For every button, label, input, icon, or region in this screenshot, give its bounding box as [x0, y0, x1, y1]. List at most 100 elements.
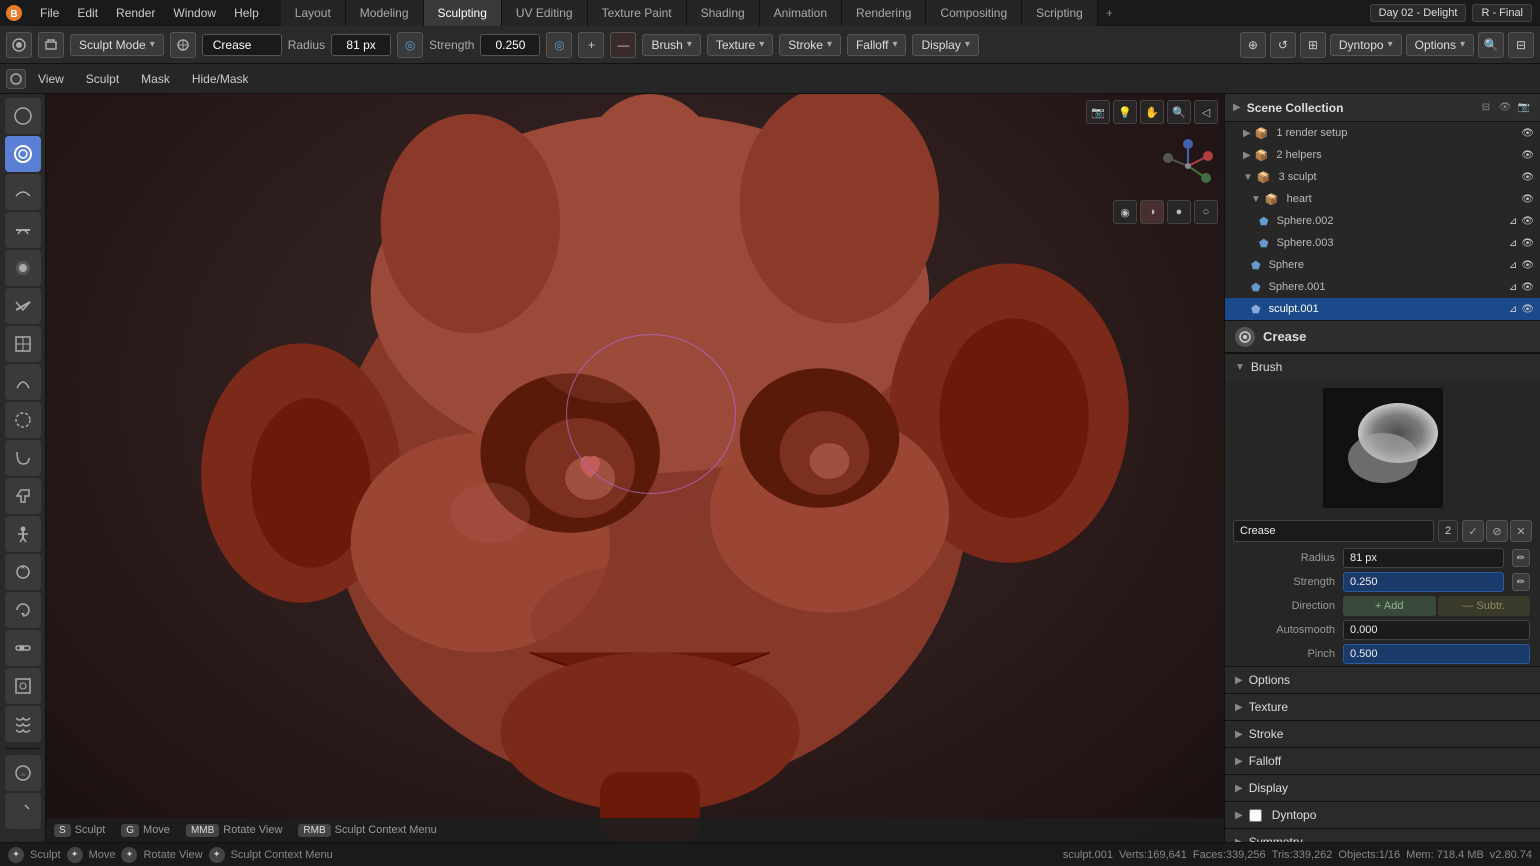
vis-icon-9[interactable]: ⊿: [1509, 304, 1517, 315]
tree-item-helpers[interactable]: ▶ 📦 2 helpers 👁: [1225, 144, 1540, 166]
brush-section-header[interactable]: ▼ Brush: [1225, 354, 1540, 380]
menu-file[interactable]: File: [32, 4, 67, 22]
tool-slide[interactable]: [5, 630, 41, 666]
tool-pose[interactable]: [5, 516, 41, 552]
options-section-header[interactable]: ▶ Options: [1225, 667, 1540, 693]
tool-fill[interactable]: [5, 250, 41, 286]
tool-flatten[interactable]: [5, 212, 41, 248]
dyntopo-section-header[interactable]: ▶ Dyntopo: [1225, 802, 1540, 828]
menu-edit[interactable]: Edit: [69, 4, 106, 22]
menu-render[interactable]: Render: [108, 4, 163, 22]
mode-icon-btn[interactable]: [6, 32, 32, 58]
tab-animation[interactable]: Animation: [760, 0, 842, 26]
brush-checkmark-icon[interactable]: ✓: [1462, 520, 1484, 542]
menu-window[interactable]: Window: [165, 4, 224, 22]
snap-btn[interactable]: ⊞: [1300, 32, 1326, 58]
stroke-dropdown[interactable]: Stroke: [779, 34, 841, 56]
gizmo-btn[interactable]: ↺: [1270, 32, 1296, 58]
vis-icon-3[interactable]: 👁: [1521, 172, 1534, 183]
tool-snake-hook[interactable]: [5, 440, 41, 476]
falloff-dropdown[interactable]: Falloff: [847, 34, 907, 56]
pinch-prop-field[interactable]: 0.500: [1343, 644, 1530, 664]
sub-hide-mask[interactable]: Hide/Mask: [182, 70, 259, 88]
add-btn[interactable]: +: [578, 32, 604, 58]
view-icon-btn[interactable]: [170, 32, 196, 58]
blender-logo[interactable]: B: [0, 0, 28, 26]
vis-icon-2[interactable]: 👁: [1521, 150, 1534, 161]
tab-texture-paint[interactable]: Texture Paint: [588, 0, 687, 26]
tool-scrape[interactable]: [5, 288, 41, 324]
viewport-collapse-icon[interactable]: ◁: [1194, 100, 1218, 124]
sub-mask[interactable]: Mask: [131, 70, 180, 88]
tree-item-sphere[interactable]: ⬟ Sphere ⊿ 👁: [1225, 254, 1540, 276]
direction-subtract-btn[interactable]: — Subtr.: [1438, 596, 1531, 616]
vis-icon-5b[interactable]: 👁: [1521, 216, 1534, 227]
viewport-material-icon[interactable]: ◉: [1113, 200, 1137, 224]
orientation-gizmo[interactable]: [1158, 136, 1218, 196]
texture-section-header[interactable]: ▶ Texture: [1225, 694, 1540, 720]
tab-scripting[interactable]: Scripting: [1022, 0, 1098, 26]
tab-uv-editing[interactable]: UV Editing: [502, 0, 588, 26]
tool-elastic[interactable]: [5, 402, 41, 438]
vis-icon-6b[interactable]: 👁: [1521, 238, 1534, 249]
tool-pinch[interactable]: [5, 364, 41, 400]
viewport-solid-icon[interactable]: ●: [1167, 200, 1191, 224]
tree-item-render-setup[interactable]: ▶ 📦 1 render setup 👁: [1225, 122, 1540, 144]
brush-name-field[interactable]: Crease: [202, 34, 282, 56]
tree-item-heart[interactable]: ▼ 📦 heart 👁: [1225, 188, 1540, 210]
brush-number[interactable]: 2: [1438, 520, 1458, 542]
tool-smooth[interactable]: [5, 174, 41, 210]
radius-value[interactable]: 81 px: [331, 34, 391, 56]
tab-rendering[interactable]: Rendering: [842, 0, 926, 26]
viewport-3d[interactable]: 📷 💡 ✋ 🔍 ◁: [46, 94, 1224, 842]
filter-btn[interactable]: ⊟: [1508, 32, 1534, 58]
coll-icon-filter[interactable]: ⊟: [1478, 100, 1494, 116]
radius-prop-field[interactable]: 81 px: [1343, 548, 1504, 568]
vis-icon-7[interactable]: ⊿: [1509, 260, 1517, 271]
sculpt-mode-dropdown[interactable]: Sculpt Mode: [70, 34, 164, 56]
tool-thumb[interactable]: [5, 478, 41, 514]
vis-icon-7b[interactable]: 👁: [1521, 260, 1534, 271]
viewport-hand-icon[interactable]: ✋: [1140, 100, 1164, 124]
strength-value[interactable]: 0.250: [480, 34, 540, 56]
viewport-overlay-btn[interactable]: ⊕: [1240, 32, 1266, 58]
viewport-shading-icon[interactable]: ◑: [1140, 200, 1164, 224]
add-workspace-tab[interactable]: +: [1098, 0, 1121, 26]
tool-rotate[interactable]: [5, 592, 41, 628]
scene-icon-btn[interactable]: [38, 32, 64, 58]
options-dropdown[interactable]: Options: [1406, 34, 1474, 56]
display-dropdown[interactable]: Display: [912, 34, 978, 56]
tree-item-sphere002[interactable]: ⬟ Sphere.002 ⊿ 👁: [1225, 210, 1540, 232]
sub-sculpt-mode[interactable]: View: [28, 70, 74, 88]
tool-cloth[interactable]: [5, 706, 41, 742]
search-btn[interactable]: 🔍: [1478, 32, 1504, 58]
tool-crease[interactable]: [5, 136, 41, 172]
tree-item-sculpt[interactable]: ▼ 📦 3 sculpt 👁: [1225, 166, 1540, 188]
tool-nudge[interactable]: [5, 554, 41, 590]
tab-shading[interactable]: Shading: [687, 0, 760, 26]
subtract-btn[interactable]: —: [610, 32, 636, 58]
tool-mask[interactable]: [5, 755, 41, 791]
brush-unlink-icon[interactable]: ⊘: [1486, 520, 1508, 542]
tab-sculpting[interactable]: Sculpting: [424, 0, 502, 26]
autosmooth-prop-field[interactable]: 0.000: [1343, 620, 1530, 640]
display-section-header[interactable]: ▶ Display: [1225, 775, 1540, 801]
tool-annotate[interactable]: [5, 793, 41, 829]
dyntopo-checkbox[interactable]: [1249, 809, 1262, 822]
menu-help[interactable]: Help: [226, 4, 267, 22]
tree-item-sculpt001[interactable]: ⬟ sculpt.001 ⊿ 👁: [1225, 298, 1540, 320]
stroke-section-header[interactable]: ▶ Stroke: [1225, 721, 1540, 747]
tree-item-sphere003[interactable]: ⬟ Sphere.003 ⊿ 👁: [1225, 232, 1540, 254]
vis-icon-8[interactable]: ⊿: [1509, 282, 1517, 293]
radius-pressure-btn[interactable]: ◎: [397, 32, 423, 58]
brush-name-input[interactable]: Crease: [1233, 520, 1434, 542]
viewport-light-icon[interactable]: 💡: [1113, 100, 1137, 124]
falloff-section-header[interactable]: ▶ Falloff: [1225, 748, 1540, 774]
vis-icon-9b[interactable]: 👁: [1521, 304, 1534, 315]
texture-dropdown[interactable]: Texture: [707, 34, 773, 56]
sculpt-mode-small-icon[interactable]: [6, 69, 26, 89]
vis-icon-8b[interactable]: 👁: [1521, 282, 1534, 293]
strength-pressure-btn[interactable]: ◎: [546, 32, 572, 58]
tool-blob[interactable]: [5, 98, 41, 134]
tool-multires[interactable]: [5, 326, 41, 362]
